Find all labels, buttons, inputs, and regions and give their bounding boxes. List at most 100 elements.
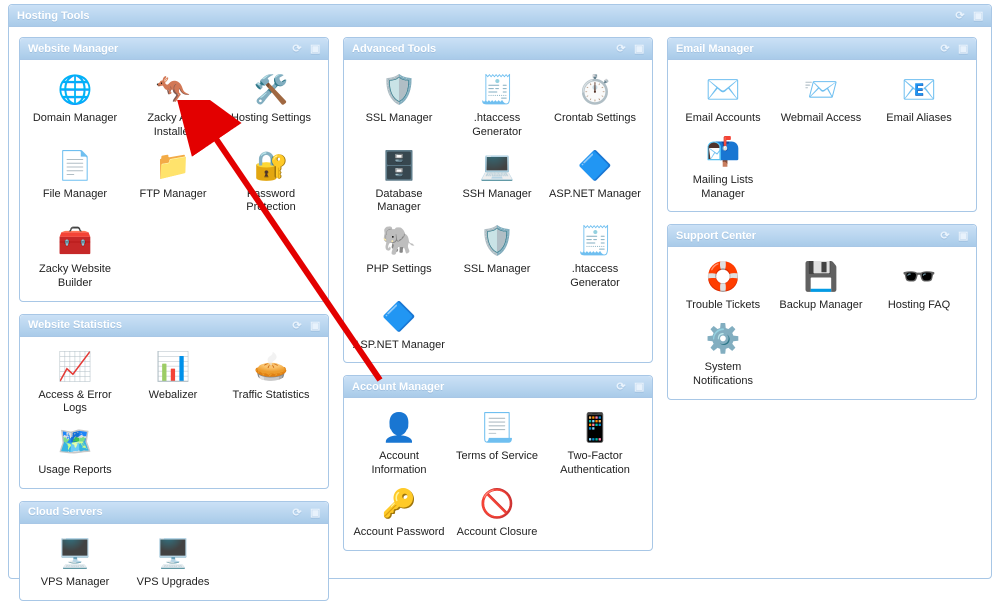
panel-controls: ⟳▣ [940,229,968,242]
item-label: Webalizer [149,389,198,403]
item-aspnet-manager-2[interactable]: 🔷 ASP.NET Manager [350,295,448,353]
refresh-icon[interactable]: ⟳ [292,506,302,519]
crontab-settings-icon: ⏱️ [577,72,613,108]
hosting-tools-panel: Hosting Tools ⟳ ▣ Website Manager⟳▣🌐Doma… [8,4,992,579]
item-label: Mailing Lists Manager [677,174,769,202]
item-htaccess-generator-2[interactable]: 🧾.htaccess Generator [546,219,644,291]
collapse-icon[interactable]: ▣ [634,380,644,393]
item-zacky-app-installer[interactable]: 🦘 Zacky App Installer [124,68,222,140]
item-ftp-manager[interactable]: 📁FTP Manager [124,144,222,216]
item-account-password[interactable]: 🔑Account Password [350,482,448,540]
item-email-accounts[interactable]: ✉️Email Accounts [674,68,772,126]
panel-header: Website Manager ⟳ ▣ [20,38,328,60]
item-label: ASP.NET Manager [353,339,445,353]
panel-header: Email Manager⟳▣ [668,38,976,60]
account-information-icon: 👤 [381,410,417,446]
panel-title: Website Manager [28,43,118,55]
ssh-manager-icon: 💻 [479,148,515,184]
collapse-icon[interactable]: ▣ [310,319,320,332]
file-manager-icon: 📄 [57,148,93,184]
item-trouble-tickets[interactable]: 🛟Trouble Tickets [674,255,772,313]
item-label: Email Aliases [886,112,951,126]
item-backup-manager[interactable]: 💾Backup Manager [772,255,870,313]
item-mailing-lists-manager[interactable]: 📬Mailing Lists Manager [674,130,772,202]
refresh-icon[interactable]: ⟳ [616,380,626,393]
item-htaccess-generator[interactable]: 🧾.htaccess Generator [448,68,546,140]
item-php-settings[interactable]: 🐘PHP Settings [350,219,448,291]
panel-body: 🌐Domain Manager 🦘 Zacky App Installer🛠️Hos… [20,60,328,301]
refresh-icon[interactable]: ⟳ [292,42,302,55]
panel-title: Account Manager [352,381,444,393]
collapse-icon[interactable]: ▣ [310,42,320,55]
panel-controls: ⟳▣ [292,506,320,519]
item-account-information[interactable]: 👤Account Information [350,406,448,478]
refresh-icon[interactable]: ⟳ [940,42,950,55]
vps-manager-icon: 🖥️ [57,536,93,572]
refresh-icon[interactable]: ⟳ [616,42,626,55]
column-1: Website Manager⟳▣🌐Domain Manager🦘Zacky A… [19,37,329,601]
panel-body: 🖥️VPS Manager🖥️VPS Upgrades [20,524,328,600]
item-label: File Manager [43,188,107,202]
item-password-protection[interactable]: 🔐Password Protection [222,144,320,216]
item-aspnet-manager[interactable]: 🔷ASP.NET Manager [546,144,644,216]
panel-controls: ⟳▣ [940,42,968,55]
item-label: Zacky App Installer [127,112,219,140]
panel-header: Cloud Servers⟳▣ [20,502,328,524]
item-label: VPS Upgrades [137,576,210,590]
item-database-manager[interactable]: 🗄️Database Manager [350,144,448,216]
webalizer-icon: 📊 [155,349,191,385]
panel-controls: ⟳▣ [616,42,644,55]
item-access-error-logs[interactable]: 📈Access & Error Logs [26,345,124,417]
item-ssh-manager[interactable]: 💻SSH Manager [448,144,546,216]
item-vps-upgrades[interactable]: 🖥️VPS Upgrades [124,532,222,590]
item-vps-manager[interactable]: 🖥️VPS Manager [26,532,124,590]
item-ssl-manager[interactable]: 🛡️SSL Manager [350,68,448,140]
aspnet-manager-2-icon: 🔷 [381,299,417,335]
item-label: FTP Manager [139,188,206,202]
refresh-icon[interactable]: ⟳ [955,9,965,22]
item-email-aliases[interactable]: 📧Email Aliases [870,68,968,126]
panel-title: Advanced Tools [352,43,436,55]
collapse-icon[interactable]: ▣ [310,506,320,519]
item-hosting-settings[interactable]: 🛠️Hosting Settings [222,68,320,140]
collapse-icon[interactable]: ▣ [634,42,644,55]
htaccess-generator-2-icon: 🧾 [577,223,613,259]
item-terms-of-service[interactable]: 📃Terms of Service [448,406,546,478]
item-hosting-faq[interactable]: 🕶️Hosting FAQ [870,255,968,313]
email-accounts-icon: ✉️ [705,72,741,108]
panel-body: 👤Account Information📃Terms of Service📱Tw… [344,398,652,549]
item-ssl-manager-2[interactable]: 🛡️SSL Manager [448,219,546,291]
collapse-icon[interactable]: ▣ [973,9,983,22]
item-label: Access & Error Logs [29,389,121,417]
panel-controls: ⟳ ▣ [955,9,983,22]
refresh-icon[interactable]: ⟳ [292,319,302,332]
item-label: Account Password [353,526,444,540]
panel-controls: ⟳▣ [292,319,320,332]
item-two-factor-auth[interactable]: 📱Two-Factor Authentication [546,406,644,478]
item-webmail-access[interactable]: 📨Webmail Access [772,68,870,126]
item-label: Usage Reports [38,464,111,478]
item-label: SSL Manager [366,112,433,126]
domain-manager-icon: 🌐 [57,72,93,108]
item-zacky-website-builder[interactable]: 🧰Zacky Website Builder [26,219,124,291]
item-traffic-statistics[interactable]: 🥧Traffic Statistics [222,345,320,417]
collapse-icon[interactable]: ▣ [958,42,968,55]
item-crontab-settings[interactable]: ⏱️Crontab Settings [546,68,644,140]
usage-reports-icon: 🗺️ [57,424,93,460]
refresh-icon[interactable]: ⟳ [940,229,950,242]
item-webalizer[interactable]: 📊 Webalizer [124,345,222,417]
ssl-manager-2-icon: 🛡️ [479,223,515,259]
item-account-closure[interactable]: 🚫Account Closure [448,482,546,540]
item-domain-manager[interactable]: 🌐Domain Manager [26,68,124,140]
item-usage-reports[interactable]: 🗺️ Usage Reports [26,420,124,478]
column-2: Advanced Tools⟳▣🛡️SSL Manager🧾.htaccess … [343,37,653,601]
password-protection-icon: 🔐 [253,148,289,184]
aspnet-manager-icon: 🔷 [577,148,613,184]
zacky-app-installer-icon: 🦘 [155,72,191,108]
collapse-icon[interactable]: ▣ [958,229,968,242]
item-file-manager[interactable]: 📄 File Manager [26,144,124,216]
system-notifications-icon: ⚙️ [705,321,741,357]
item-label: Account Closure [457,526,538,540]
panel-title: Website Statistics [28,319,122,331]
item-system-notifications[interactable]: ⚙️System Notifications [674,317,772,389]
